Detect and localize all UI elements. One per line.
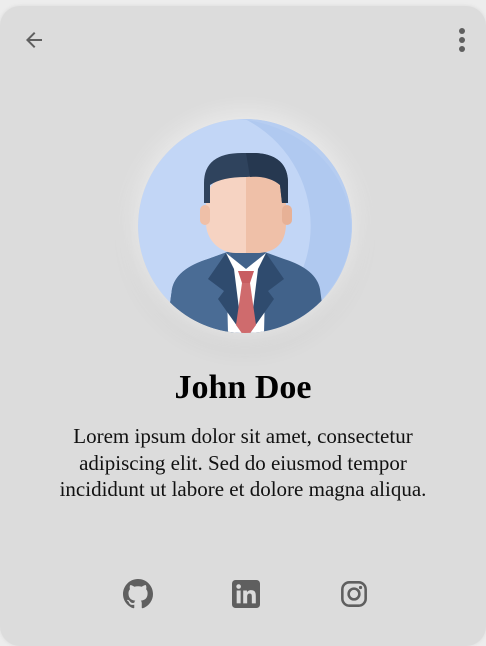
instagram-link[interactable] bbox=[336, 576, 372, 612]
profile-name: John Doe bbox=[174, 369, 312, 406]
social-links bbox=[0, 576, 486, 616]
linkedin-link[interactable] bbox=[228, 576, 264, 612]
more-options-button[interactable] bbox=[448, 24, 476, 56]
instagram-icon bbox=[341, 581, 367, 607]
avatar bbox=[138, 119, 352, 333]
arrow-left-icon bbox=[26, 32, 42, 48]
profile-card: John Doe Lorem ipsum dolor sit amet, con… bbox=[0, 6, 486, 646]
profile-bio: Lorem ipsum dolor sit amet, consectetur … bbox=[59, 424, 427, 501]
github-icon bbox=[123, 579, 153, 609]
avatar-image bbox=[138, 119, 352, 333]
more-vertical-icon bbox=[459, 28, 465, 52]
back-button[interactable] bbox=[18, 24, 50, 56]
linkedin-icon bbox=[232, 580, 260, 608]
github-link[interactable] bbox=[120, 576, 156, 612]
